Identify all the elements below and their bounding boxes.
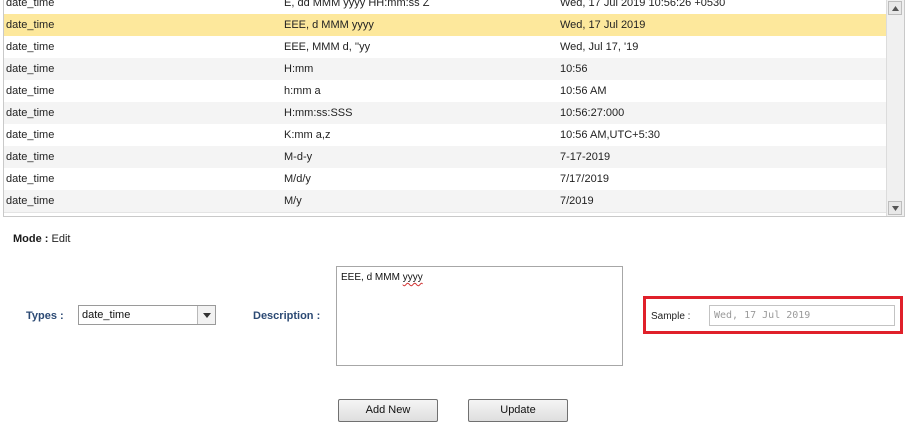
scroll-up-button[interactable]: [888, 1, 902, 15]
cell-sample: 10:56 AM: [560, 85, 607, 97]
triangle-up-icon: [891, 5, 899, 11]
table-row[interactable]: date_time E, dd MMM yyyy HH:mm:ss Z Wed,…: [4, 0, 886, 15]
cell-sample: 10:56:27:000: [560, 107, 625, 119]
cell-type: date_time: [6, 107, 55, 119]
cell-sample: 7/2019: [560, 195, 594, 207]
cell-type: date_time: [6, 151, 55, 163]
table-row[interactable]: date_time K:mm a,z 10:56 AM,UTC+5:30: [4, 124, 886, 147]
cell-type: date_time: [6, 129, 55, 141]
cell-sample: Wed, Jul 17, '19: [560, 41, 639, 53]
table-row[interactable]: date_time M-d-y 7-17-2019: [4, 146, 886, 169]
table-row[interactable]: date_time h:mm a 10:56 AM: [4, 80, 886, 103]
cell-format: EEE, MMM d, ''yy: [284, 41, 371, 53]
description-label: Description :: [253, 310, 321, 322]
types-select-arrow[interactable]: [197, 306, 215, 324]
mode-indicator: Mode : Edit: [13, 233, 70, 245]
cell-sample: 7-17-2019: [560, 151, 611, 163]
scroll-down-button[interactable]: [888, 201, 902, 215]
cell-format: H:mm: [284, 63, 314, 75]
cell-format: M/y: [284, 195, 302, 207]
table-row[interactable]: date_time M/d/y 7/17/2019: [4, 168, 886, 191]
types-select[interactable]: date_time: [78, 305, 216, 325]
types-select-value: date_time: [82, 309, 131, 321]
table-row-selected[interactable]: date_time EEE, d MMM yyyy Wed, 17 Jul 20…: [4, 14, 886, 37]
vertical-scrollbar[interactable]: [886, 0, 904, 216]
cell-sample: 10:56: [560, 63, 588, 75]
table-row[interactable]: date_time H:mm:ss:SSS 10:56:27:000: [4, 102, 886, 125]
cell-type: date_time: [6, 85, 55, 97]
description-textarea[interactable]: EEE, d MMM yyyy: [336, 266, 623, 366]
cell-format: M-d-y: [284, 151, 313, 163]
mode-value: Edit: [51, 233, 71, 245]
cell-format: M/d/y: [284, 173, 311, 185]
cell-format: K:mm a,z: [284, 129, 331, 141]
description-text: EEE, d MMM: [341, 272, 403, 283]
cell-format: h:mm a: [284, 85, 321, 97]
formats-grid: date_time E, dd MMM yyyy HH:mm:ss Z Wed,…: [3, 0, 905, 217]
cell-type: date_time: [6, 41, 55, 53]
cell-type: date_time: [6, 19, 55, 31]
triangle-down-icon: [891, 205, 899, 211]
cell-type: date_time: [6, 195, 55, 207]
types-label: Types :: [26, 310, 64, 322]
cell-format: EEE, d MMM yyyy: [284, 19, 374, 31]
cell-type: date_time: [6, 63, 55, 75]
cell-sample: 10:56 AM,UTC+5:30: [560, 129, 660, 141]
cell-format: E, dd MMM yyyy HH:mm:ss Z: [284, 0, 430, 9]
sample-label: Sample :: [651, 311, 691, 322]
cell-sample: 7/17/2019: [560, 173, 609, 185]
cell-type: date_time: [6, 0, 55, 9]
table-row[interactable]: date_time M/y 7/2019: [4, 190, 886, 213]
mode-label: Mode :: [13, 233, 49, 245]
cell-sample: Wed, 17 Jul 2019 10:56:26 +0530: [560, 0, 726, 9]
update-button[interactable]: Update: [468, 399, 568, 422]
add-new-button[interactable]: Add New: [338, 399, 438, 422]
cell-sample: Wed, 17 Jul 2019: [560, 19, 646, 31]
cell-format: H:mm:ss:SSS: [284, 107, 353, 119]
description-spellcheck-word: yyyy: [402, 272, 423, 283]
cell-type: date_time: [6, 173, 55, 185]
sample-field[interactable]: Wed, 17 Jul 2019: [709, 305, 895, 326]
table-row[interactable]: date_time EEE, MMM d, ''yy Wed, Jul 17, …: [4, 36, 886, 59]
chevron-down-icon: [202, 312, 211, 318]
table-row[interactable]: date_time H:mm 10:56: [4, 58, 886, 81]
